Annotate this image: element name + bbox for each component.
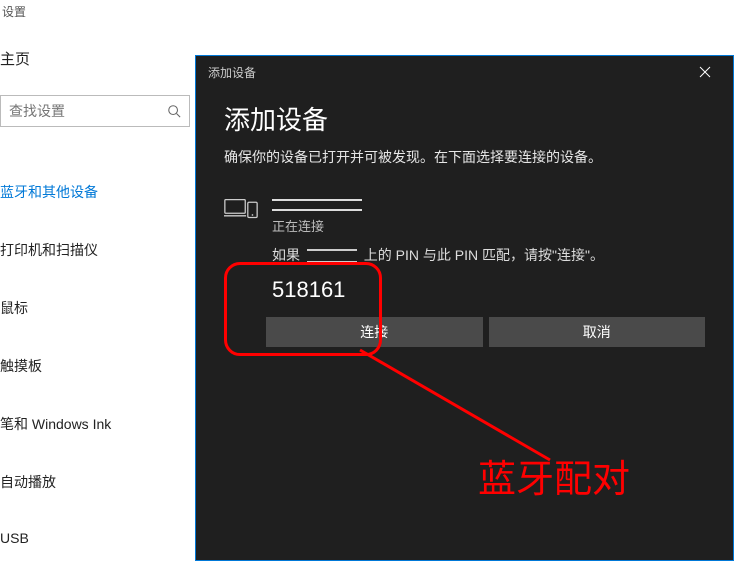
sidebar: 蓝牙和其他设备 打印机和扫描仪 鼠标 触摸板 笔和 Windows Ink 自动…	[0, 170, 200, 572]
sidebar-item-printers[interactable]: 打印机和扫描仪	[0, 228, 200, 272]
app-label: 设置	[2, 3, 26, 20]
connect-button[interactable]: 连接	[266, 317, 483, 347]
dialog-titlebar-text: 添加设备	[208, 64, 256, 81]
search-box[interactable]	[0, 95, 190, 127]
device-row: 正在连接 如果 上的 PIN 与此 PIN 匹配，请按"连接"。 518161 …	[224, 195, 705, 347]
close-button[interactable]	[685, 58, 725, 86]
dialog-titlebar: 添加设备	[196, 56, 733, 88]
dialog-description: 确保你的设备已打开并可被发现。在下面选择要连接的设备。	[224, 147, 705, 167]
cancel-button[interactable]: 取消	[489, 317, 706, 347]
add-device-dialog: 添加设备 添加设备 确保你的设备已打开并可被发现。在下面选择要连接的设备。	[195, 55, 734, 561]
search-input[interactable]	[9, 103, 149, 119]
redacted-text	[272, 201, 362, 209]
close-icon	[699, 66, 711, 78]
sidebar-item-bluetooth[interactable]: 蓝牙和其他设备	[0, 170, 200, 214]
sidebar-item-usb[interactable]: USB	[0, 518, 200, 558]
pin-prompt: 如果 上的 PIN 与此 PIN 匹配，请按"连接"。	[272, 245, 705, 265]
sidebar-item-touchpad[interactable]: 触摸板	[0, 344, 200, 388]
device-name	[272, 195, 705, 212]
home-nav[interactable]: 主页	[0, 48, 30, 69]
dialog-heading: 添加设备	[224, 100, 705, 137]
redacted-text	[307, 249, 357, 263]
device-status: 正在连接	[272, 216, 705, 235]
pin-code: 518161	[272, 277, 705, 303]
devices-icon	[224, 197, 258, 221]
search-icon	[167, 104, 181, 118]
sidebar-item-mouse[interactable]: 鼠标	[0, 286, 200, 330]
sidebar-item-autoplay[interactable]: 自动播放	[0, 460, 200, 504]
sidebar-item-pen[interactable]: 笔和 Windows Ink	[0, 402, 200, 446]
